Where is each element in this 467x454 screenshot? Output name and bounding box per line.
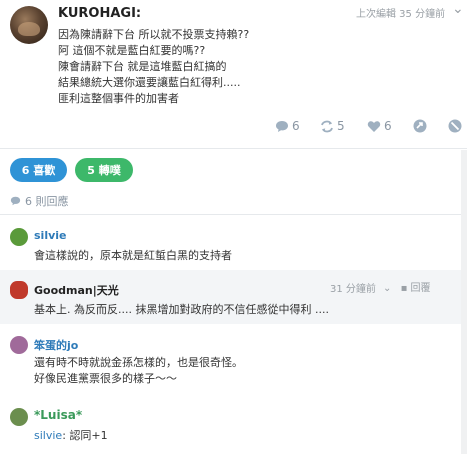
post-line: 結果總統大選你還要讓藍白紅得利..... [58,76,241,89]
divider [0,148,467,149]
reply-action[interactable]: ⌄ ▪ 回覆 [383,279,431,294]
comment-body: 基本上. 為反而反.... 抹黑增加對政府的不信任感從中得利 .... [34,303,329,316]
repost-action[interactable]: 5 [320,119,345,133]
comment-author[interactable]: silvie [34,229,67,242]
list-item: 笨蛋的jo 還有時不時就說金孫怎樣的，也是很奇怪。 好像民進黨票很多的樣子～～ [0,330,467,400]
reply-link[interactable]: 回覆 [411,283,431,294]
comment-text: : 認同+1 [62,429,108,442]
comment-author[interactable]: *Luisa* [34,408,82,422]
repost-count: 5 [337,119,345,133]
post-line: 阿 這個不就是藍白紅要的嗎?? [58,44,206,57]
chevron-down-icon[interactable]: ⌄ [383,283,391,294]
share-icon [413,119,427,133]
mute-action[interactable] [448,119,462,133]
avatar[interactable] [10,6,48,44]
comment-author[interactable]: Goodman|天光 [34,282,119,298]
avatar[interactable] [10,281,28,299]
post-actions: 6 5 6 [0,119,467,137]
likes-pill[interactable]: 6 喜歡 [10,158,67,182]
reply-count[interactable]: 6 則回應 [10,193,69,209]
comment-body: silvie: 認同+1 [34,428,108,444]
comment-body: 還有時不時就說金孫怎樣的，也是很奇怪。 好像民進黨票很多的樣子～～ [34,355,243,387]
speech-bubble-icon [276,120,288,132]
like-action[interactable]: 6 [367,119,392,133]
comment-count: 6 [292,119,300,133]
comment-timestamp: 31 分鐘前 [330,284,376,295]
post-timestamp: 上次編輯 35 分鐘前 [356,9,446,20]
post-line: 匪利這整個事件的加害者 [58,92,179,105]
share-action[interactable] [413,119,427,133]
post-author[interactable]: KUROHAGI: [58,6,141,21]
comment-action[interactable]: 6 [275,119,300,133]
chevron-down-icon[interactable]: ⌄ [452,1,464,17]
repost-icon [321,120,333,132]
comment-author[interactable]: 笨蛋的jo [34,337,78,353]
list-item: Goodman|天光 31 分鐘前 ⌄ ▪ 回覆 基本上. 為反而反.... 抹… [0,270,467,324]
avatar[interactable] [10,336,28,354]
list-item: silvie 會這樣說的，原本就是紅蜇白黑的支持者 [0,218,467,268]
mention-link[interactable]: silvie [34,429,62,442]
speech-bubble-icon: ▪ [400,283,408,294]
post-body: 因為陳請辭下台 所以就不投票支持賴?? 阿 這個不就是藍白紅要的嗎?? 陳會請辭… [58,27,249,107]
comment-line: 還有時不時就說金孫怎樣的，也是很奇怪。 [34,356,243,369]
comment-body: 會這樣說的，原本就是紅蜇白黑的支持者 [34,249,232,262]
like-count: 6 [384,119,392,133]
mute-icon [448,119,462,133]
avatar[interactable] [10,408,28,426]
post-line: 陳會請辭下台 就是這堆藍白紅搞的 [58,60,227,73]
avatar[interactable] [10,228,28,246]
reply-count-label: 6 則回應 [25,195,69,208]
heart-icon [367,120,381,132]
shares-pill[interactable]: 5 轉噗 [75,158,133,182]
scrollbar[interactable] [461,150,467,454]
speech-bubble-icon [10,196,21,206]
plurk-post: KUROHAGI: 上次編輯 35 分鐘前 ⌄ 因為陳請辭下台 所以就不投票支持… [0,0,467,148]
divider [0,214,467,215]
comment-line: 好像民進黨票很多的樣子～～ [34,372,177,385]
list-item: *Luisa* silvie: 認同+1 [0,402,467,454]
post-line: 因為陳請辭下台 所以就不投票支持賴?? [58,28,250,41]
